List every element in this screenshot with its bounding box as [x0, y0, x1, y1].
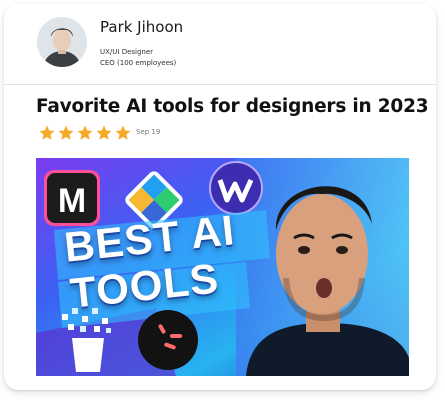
star-icon	[58, 125, 74, 140]
author-header: Park Jihoon UX/UI Designer CEO (100 empl…	[4, 4, 436, 85]
rating-stars	[38, 124, 132, 142]
post-card[interactable]: Park Jihoon UX/UI Designer CEO (100 empl…	[4, 4, 436, 390]
miro-m-logo-icon: M	[44, 170, 100, 226]
author-avatar[interactable]	[37, 17, 87, 67]
avatar-photo	[37, 17, 87, 67]
star-icon	[115, 125, 131, 140]
star-icon	[39, 125, 55, 140]
webflow-w-logo-icon	[209, 161, 263, 215]
author-role: UX/UI Designer	[100, 48, 154, 56]
post-thumbnail[interactable]: M BEST AI TOOLS	[36, 158, 409, 376]
spark-logo-icon	[138, 310, 198, 370]
star-icon	[77, 125, 93, 140]
author-name[interactable]: Park Jihoon	[100, 18, 183, 36]
post-title[interactable]: Favorite AI tools for designers in 2023	[36, 96, 429, 117]
star-icon	[96, 125, 112, 140]
post-date: Sep 19	[136, 128, 161, 136]
author-company: CEO (100 employees)	[100, 59, 177, 67]
svg-text:M: M	[58, 182, 86, 220]
